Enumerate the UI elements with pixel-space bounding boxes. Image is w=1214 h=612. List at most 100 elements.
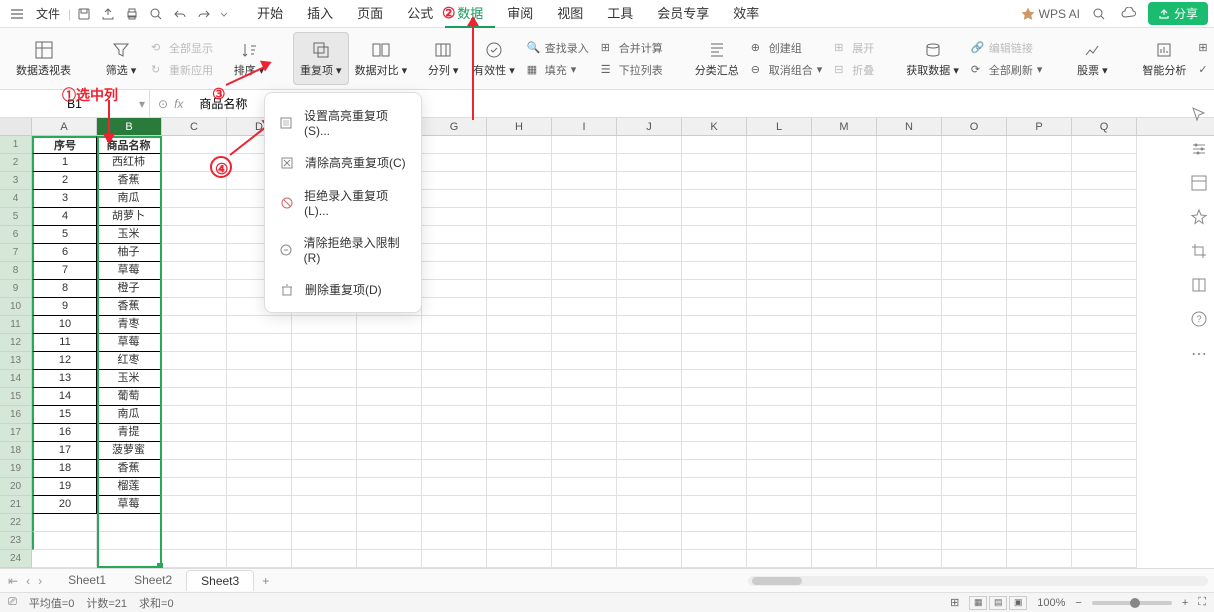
cell[interactable] bbox=[812, 244, 877, 262]
cell[interactable] bbox=[1007, 514, 1072, 532]
cell[interactable] bbox=[877, 442, 942, 460]
cell[interactable] bbox=[357, 316, 422, 334]
cell[interactable] bbox=[422, 352, 487, 370]
cell[interactable] bbox=[877, 478, 942, 496]
cell[interactable] bbox=[617, 442, 682, 460]
cell[interactable]: 11 bbox=[32, 334, 97, 352]
cell[interactable]: 草莓 bbox=[97, 496, 162, 514]
cell[interactable] bbox=[1072, 388, 1137, 406]
row-header[interactable]: 21 bbox=[0, 496, 32, 514]
cell[interactable] bbox=[682, 136, 747, 154]
tab-insert[interactable]: 插入 bbox=[295, 0, 345, 28]
expand-button[interactable]: ⊞展开 bbox=[828, 38, 880, 58]
cell[interactable]: 3 bbox=[32, 190, 97, 208]
cell[interactable] bbox=[617, 208, 682, 226]
cell[interactable] bbox=[552, 208, 617, 226]
cell[interactable] bbox=[877, 334, 942, 352]
cell[interactable] bbox=[162, 352, 227, 370]
cell[interactable] bbox=[747, 478, 812, 496]
row-header[interactable]: 18 bbox=[0, 442, 32, 460]
cell[interactable] bbox=[162, 370, 227, 388]
col-header-G[interactable]: G bbox=[422, 118, 487, 135]
cell[interactable] bbox=[487, 154, 552, 172]
cell[interactable] bbox=[682, 334, 747, 352]
preview-icon[interactable] bbox=[145, 3, 167, 25]
cell[interactable]: 8 bbox=[32, 280, 97, 298]
cell[interactable] bbox=[292, 334, 357, 352]
cell[interactable] bbox=[487, 478, 552, 496]
cell[interactable] bbox=[812, 550, 877, 568]
cloud-icon[interactable] bbox=[1118, 3, 1140, 25]
cell[interactable] bbox=[682, 532, 747, 550]
row-header[interactable]: 11 bbox=[0, 316, 32, 334]
cell[interactable] bbox=[162, 334, 227, 352]
cell[interactable] bbox=[422, 316, 487, 334]
cell[interactable] bbox=[1007, 316, 1072, 334]
cell[interactable] bbox=[617, 334, 682, 352]
cell[interactable] bbox=[487, 244, 552, 262]
cell[interactable] bbox=[162, 478, 227, 496]
cell[interactable] bbox=[682, 298, 747, 316]
cell[interactable] bbox=[877, 514, 942, 532]
cell[interactable] bbox=[487, 406, 552, 424]
book-icon[interactable] bbox=[1190, 276, 1208, 294]
cell[interactable] bbox=[747, 442, 812, 460]
undo-icon[interactable] bbox=[169, 3, 191, 25]
cell[interactable] bbox=[227, 496, 292, 514]
cell[interactable] bbox=[357, 406, 422, 424]
cell[interactable] bbox=[1007, 532, 1072, 550]
cell[interactable] bbox=[747, 226, 812, 244]
cell[interactable] bbox=[227, 370, 292, 388]
cell[interactable] bbox=[1072, 370, 1137, 388]
cell[interactable] bbox=[1072, 244, 1137, 262]
cell[interactable] bbox=[227, 316, 292, 334]
cell[interactable] bbox=[422, 298, 487, 316]
cell[interactable] bbox=[1072, 478, 1137, 496]
cell[interactable] bbox=[682, 190, 747, 208]
cell[interactable] bbox=[422, 442, 487, 460]
reapply-button[interactable]: ↻重新应用 bbox=[145, 60, 219, 80]
cell[interactable] bbox=[877, 532, 942, 550]
cell[interactable] bbox=[942, 244, 1007, 262]
cell[interactable] bbox=[942, 172, 1007, 190]
cell[interactable]: 红枣 bbox=[97, 352, 162, 370]
cell[interactable]: 香蕉 bbox=[97, 460, 162, 478]
cell[interactable] bbox=[812, 226, 877, 244]
cell[interactable] bbox=[487, 280, 552, 298]
cell[interactable] bbox=[1072, 550, 1137, 568]
cell[interactable] bbox=[32, 550, 97, 568]
cell[interactable] bbox=[942, 442, 1007, 460]
row-header[interactable]: 5 bbox=[0, 208, 32, 226]
cell[interactable] bbox=[1072, 442, 1137, 460]
cell[interactable] bbox=[617, 514, 682, 532]
more-dropdown-icon[interactable] bbox=[217, 3, 231, 25]
print-icon[interactable] bbox=[121, 3, 143, 25]
cell[interactable] bbox=[227, 388, 292, 406]
cell[interactable] bbox=[812, 190, 877, 208]
cell[interactable] bbox=[942, 334, 1007, 352]
cell[interactable] bbox=[552, 388, 617, 406]
cell[interactable] bbox=[422, 334, 487, 352]
cell[interactable] bbox=[942, 478, 1007, 496]
cell[interactable] bbox=[422, 154, 487, 172]
cell[interactable] bbox=[1007, 154, 1072, 172]
cell[interactable]: 柚子 bbox=[97, 244, 162, 262]
settings-icon[interactable] bbox=[1190, 140, 1208, 158]
cell[interactable] bbox=[1072, 280, 1137, 298]
cell[interactable] bbox=[162, 244, 227, 262]
row-header[interactable]: 15 bbox=[0, 388, 32, 406]
cell[interactable] bbox=[1007, 496, 1072, 514]
ungroup-button[interactable]: ⊖取消组合 ▾ bbox=[745, 60, 829, 80]
cell[interactable] bbox=[162, 262, 227, 280]
hamburger-icon[interactable] bbox=[6, 3, 28, 25]
cell[interactable] bbox=[1007, 136, 1072, 154]
cell[interactable] bbox=[877, 370, 942, 388]
cell[interactable] bbox=[487, 370, 552, 388]
cell[interactable] bbox=[812, 334, 877, 352]
cell[interactable]: 香蕉 bbox=[97, 298, 162, 316]
cell[interactable] bbox=[812, 352, 877, 370]
cell[interactable] bbox=[552, 280, 617, 298]
layout-icon[interactable] bbox=[1190, 174, 1208, 192]
cell[interactable]: 18 bbox=[32, 460, 97, 478]
cell[interactable] bbox=[812, 424, 877, 442]
